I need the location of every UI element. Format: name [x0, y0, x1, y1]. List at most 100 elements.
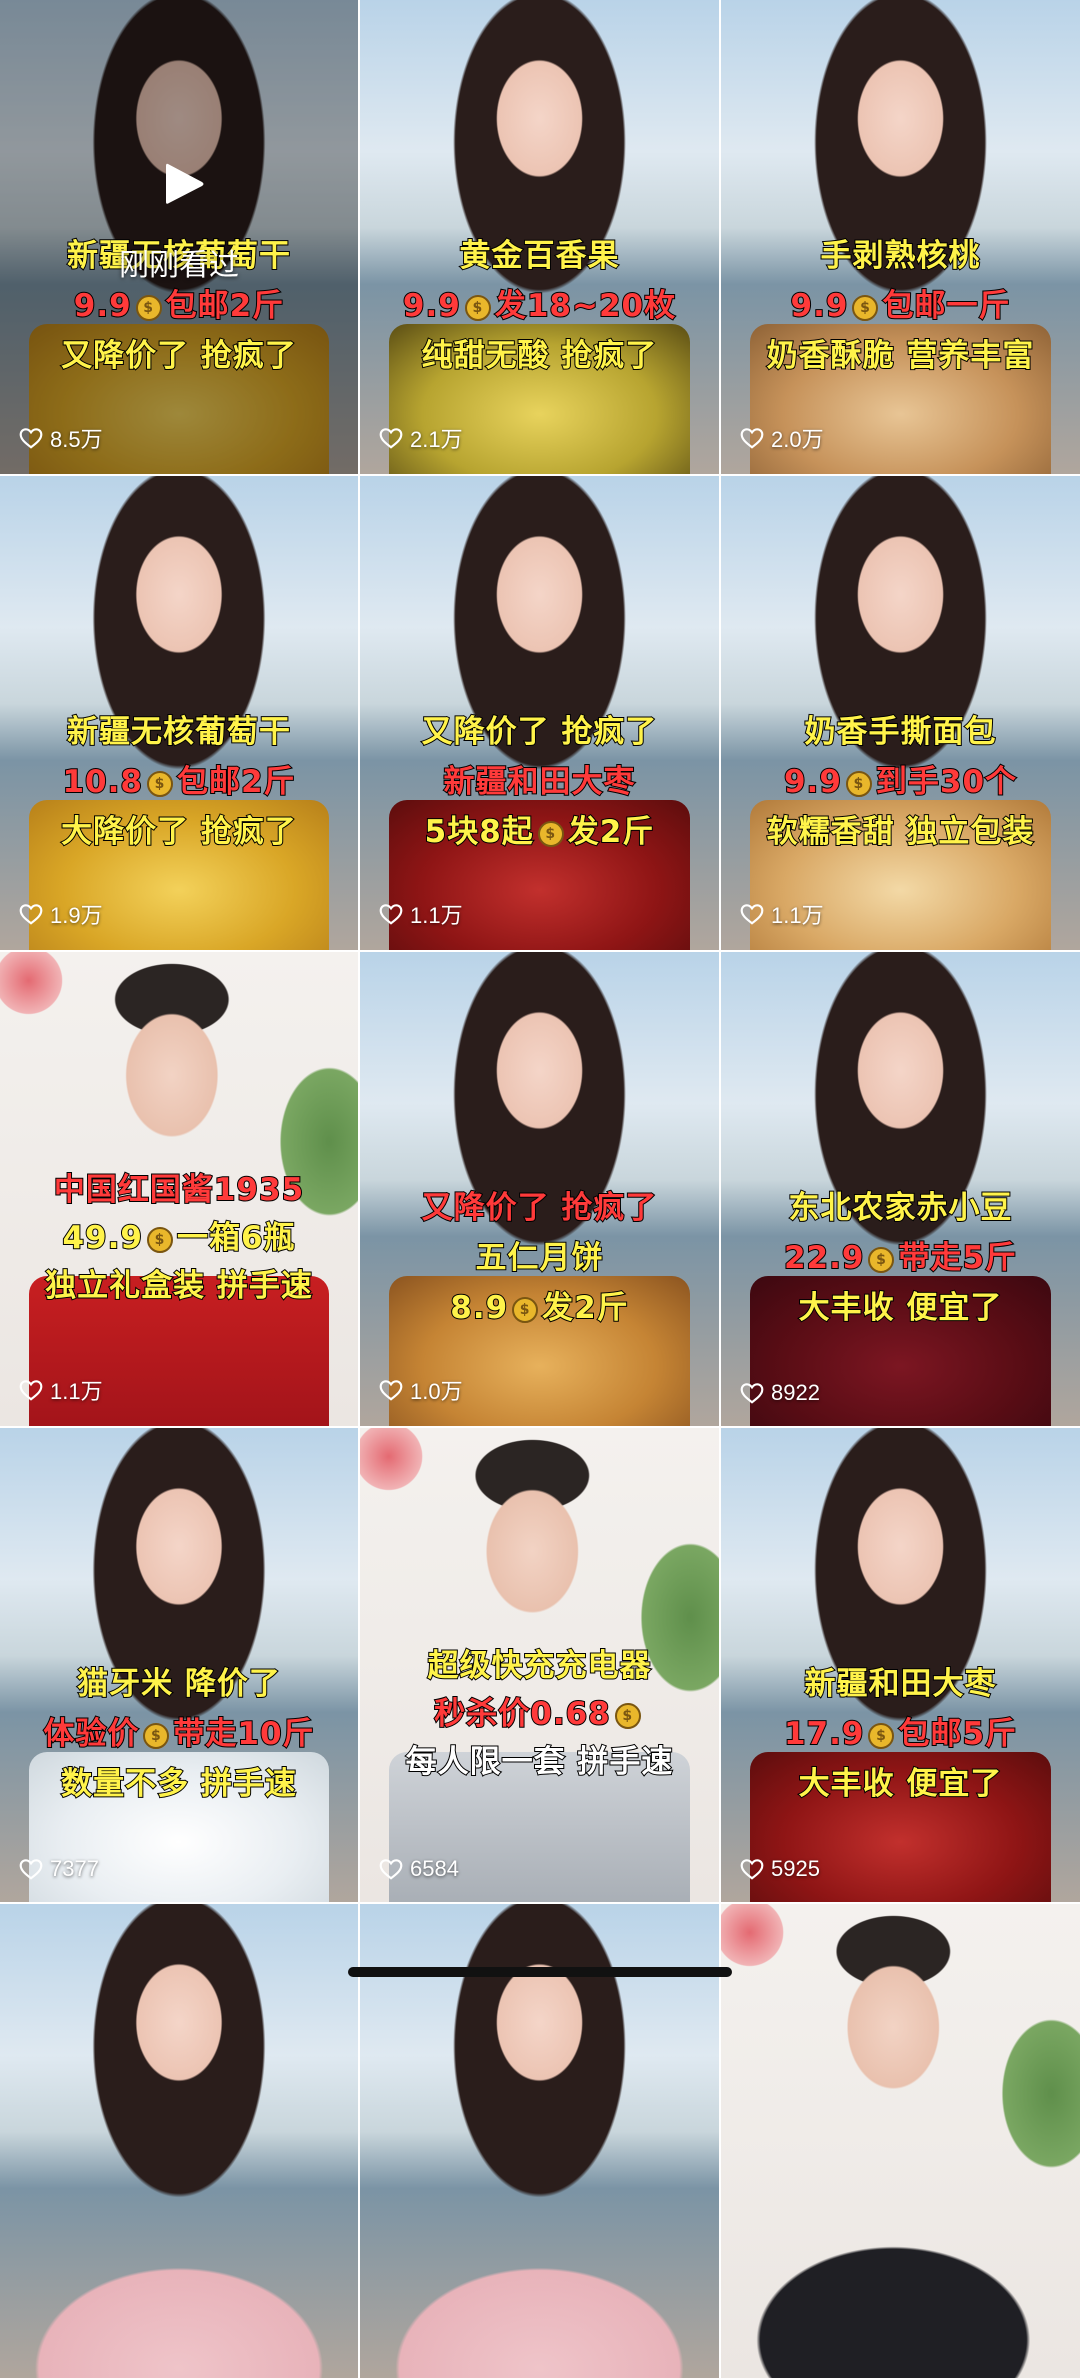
heart-icon: [379, 1859, 403, 1880]
video-tile[interactable]: 猫牙米 降价了 体验价 $ 带走10斤 数量不多 拼手速 7377: [0, 1428, 358, 1902]
coin-icon: $: [868, 1722, 895, 1749]
caption-text: 秒杀价0.68: [433, 1695, 611, 1733]
caption-text: 10.8: [61, 763, 143, 801]
product-caption: 又降价了 抢疯了 新疆和田大枣 5块8起 $ 发2斤: [360, 476, 719, 950]
caption-text: 9.9: [73, 287, 132, 325]
caption-text: 一箱6瓶: [176, 1219, 296, 1257]
coin-icon: $: [146, 1226, 173, 1253]
caption-line: 17.9 $ 包邮5斤: [721, 1708, 1080, 1753]
like-count-value: 7377: [50, 1856, 99, 1881]
caption-line: 独立礼盒装 拼手速: [0, 1260, 358, 1305]
like-count-value: 1.1万: [771, 903, 824, 928]
caption-text: 黄金百香果: [459, 237, 620, 275]
caption-text: 又降价了 抢疯了: [421, 713, 658, 751]
caption-line: 奶香酥脆 营养丰富: [721, 330, 1080, 375]
caption-line: 又降价了 抢疯了: [0, 330, 358, 375]
like-count: 6584: [378, 1856, 459, 1882]
caption-line: 数量不多 拼手速: [0, 1758, 358, 1803]
caption-line: 22.9 $ 带走5斤: [721, 1232, 1080, 1277]
caption-text: 新疆无核葡萄干: [66, 713, 291, 751]
caption-text: 大丰收 便宜了: [798, 1765, 1003, 1803]
product-caption: 东北农家赤小豆 22.9 $ 带走5斤大丰收 便宜了: [721, 952, 1080, 1426]
video-tile[interactable]: 中国红国酱1935 49.9 $ 一箱6瓶 独立礼盒装 拼手速 1.1万: [0, 952, 358, 1426]
caption-text: 49.9: [61, 1219, 143, 1257]
product-caption: 新疆无核葡萄干 10.8 $ 包邮2斤大降价了 抢疯了: [0, 476, 358, 950]
coin-icon: $: [135, 294, 162, 321]
coin-icon: $: [614, 1702, 641, 1729]
product-caption: 奶香手撕面包 9.9 $ 到手30个 软糯香甜 独立包装: [721, 476, 1080, 950]
caption-text: 又降价了 抢疯了: [421, 1189, 658, 1227]
like-count: 1.9万: [18, 898, 103, 930]
product-caption: 新疆无核葡萄干 9.9 $ 包邮2斤 又降价了 抢疯了: [0, 0, 358, 474]
caption-text: 纯甜无酸 抢疯了: [421, 337, 658, 375]
caption-line: 9.9 $ 包邮一斤: [721, 280, 1080, 325]
caption-line: 东北农家赤小豆: [721, 1182, 1080, 1227]
video-tile[interactable]: 超级快充充电器 秒杀价0.68 $ 每人限一套 拼手速 6584: [360, 1428, 719, 1902]
like-count: 2.1万: [378, 422, 463, 454]
heart-icon: [379, 1380, 403, 1401]
heart-icon: [740, 1859, 764, 1880]
home-indicator[interactable]: [348, 1967, 732, 1977]
heart-icon: [740, 904, 764, 925]
caption-line: 又降价了 抢疯了: [360, 1182, 719, 1227]
video-tile[interactable]: 奶香手撕面包 9.9 $ 到手30个 软糯香甜 独立包装 1.1万: [721, 476, 1080, 950]
caption-text: 9.9: [783, 763, 842, 801]
caption-line: 软糯香甜 独立包装: [721, 806, 1080, 851]
video-tile[interactable]: 又降价了 抢疯了 新疆和田大枣 5块8起 $ 发2斤 1.1万: [360, 476, 719, 950]
video-tile[interactable]: 又降价了 抢疯了 五仁月饼 8.9 $ 发2斤 1.0万: [360, 952, 719, 1426]
caption-text: 数量不多 拼手速: [60, 1765, 297, 1803]
caption-text: 大丰收 便宜了: [798, 1289, 1003, 1327]
heart-icon: [19, 1380, 43, 1401]
caption-text: 包邮2斤: [165, 287, 285, 325]
video-tile[interactable]: 新疆无核葡萄干 9.9 $ 包邮2斤 又降价了 抢疯了 刚刚看过 8.5万: [0, 0, 358, 474]
like-count: 5925: [739, 1856, 820, 1882]
caption-text: 超级快充充电器: [427, 1647, 652, 1685]
caption-text: 手剥熟核桃: [820, 237, 981, 275]
caption-text: 奶香酥脆 营养丰富: [766, 337, 1035, 375]
caption-line: 新疆和田大枣: [360, 756, 719, 801]
coin-icon: $: [868, 1246, 895, 1273]
coin-icon: $: [143, 1722, 170, 1749]
like-count-value: 2.0万: [771, 427, 824, 452]
caption-line: 10.8 $ 包邮2斤: [0, 756, 358, 801]
coin-icon: $: [852, 294, 879, 321]
video-tile[interactable]: 手剥熟核桃 9.9 $ 包邮一斤奶香酥脆 营养丰富 2.0万: [721, 0, 1080, 474]
like-count-value: 2.1万: [410, 427, 463, 452]
like-count-value: 1.9万: [50, 903, 103, 928]
like-count-value: 1.1万: [410, 903, 463, 928]
product-caption: [0, 1904, 358, 2378]
video-tile[interactable]: 黄金百香果 9.9 $ 发18~20枚纯甜无酸 抢疯了 2.1万: [360, 0, 719, 474]
caption-text: 中国红国酱1935: [53, 1171, 305, 1209]
caption-line: 9.9 $ 发18~20枚: [360, 280, 719, 325]
like-count-value: 6584: [410, 1856, 459, 1881]
like-count: 8922: [739, 1380, 820, 1406]
like-count-value: 1.1万: [50, 1379, 103, 1404]
video-tile[interactable]: [721, 1904, 1080, 2378]
video-tile[interactable]: 东北农家赤小豆 22.9 $ 带走5斤大丰收 便宜了 8922: [721, 952, 1080, 1426]
caption-text: 5块8起: [424, 813, 534, 851]
caption-text: 带走10斤: [172, 1715, 315, 1753]
video-tile[interactable]: 新疆和田大枣 17.9 $ 包邮5斤大丰收 便宜了 5925: [721, 1428, 1080, 1902]
caption-text: 包邮2斤: [176, 763, 296, 801]
heart-icon: [379, 904, 403, 925]
caption-line: 手剥熟核桃: [721, 230, 1080, 275]
caption-text: 又降价了 抢疯了: [60, 337, 297, 375]
caption-text: 带走5斤: [897, 1239, 1018, 1277]
like-count-value: 8922: [771, 1380, 820, 1405]
heart-icon: [740, 428, 764, 449]
video-tile[interactable]: [0, 1904, 358, 2378]
product-caption: 又降价了 抢疯了 五仁月饼 8.9 $ 发2斤: [360, 952, 719, 1426]
caption-line: 纯甜无酸 抢疯了: [360, 330, 719, 375]
video-tile[interactable]: 新疆无核葡萄干 10.8 $ 包邮2斤大降价了 抢疯了 1.9万: [0, 476, 358, 950]
caption-line: 猫牙米 降价了: [0, 1658, 358, 1703]
caption-text: 奶香手撕面包: [804, 713, 997, 751]
caption-text: 8.9: [449, 1289, 509, 1327]
caption-text: 17.9: [783, 1715, 865, 1753]
caption-line: 新疆和田大枣: [721, 1658, 1080, 1703]
like-count-value: 8.5万: [50, 427, 103, 452]
like-count: 1.1万: [378, 898, 463, 930]
play-icon[interactable]: [162, 160, 206, 208]
heart-icon: [19, 428, 43, 449]
like-count-value: 1.0万: [410, 1379, 463, 1404]
caption-text: 大降价了 抢疯了: [60, 813, 297, 851]
